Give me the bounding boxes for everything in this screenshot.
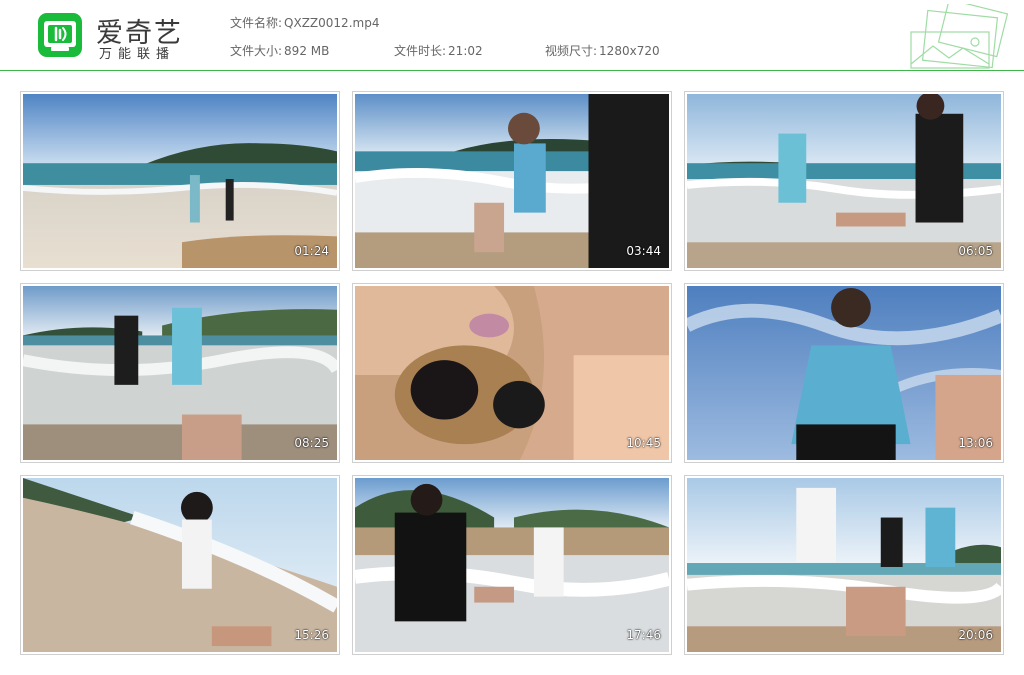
thumbnail[interactable]: 13:06 xyxy=(684,283,1004,463)
timestamp: 15:26 xyxy=(294,628,329,642)
file-name-label: 文件名称: xyxy=(230,16,283,30)
thumbnail[interactable]: 06:05 xyxy=(684,91,1004,271)
file-size-value: 892 MB xyxy=(284,44,330,58)
header: 爱奇艺 万能联播 文件名称: QXZZ0012.mp4 文件大小: 892 MB 文… xyxy=(0,0,1024,71)
thumbnail[interactable]: 08:25 xyxy=(20,283,340,463)
thumbnail[interactable]: 15:26 xyxy=(20,475,340,655)
thumbnail-image: 17:46 xyxy=(355,478,669,652)
thumbnail[interactable]: 03:44 xyxy=(352,91,672,271)
file-size-label: 文件大小: xyxy=(230,44,283,58)
file-resolution-value: 1280x720 xyxy=(599,44,660,58)
file-duration-value: 21:02 xyxy=(448,44,483,58)
photo-stack-decoration-icon xyxy=(905,0,1017,70)
thumbnail-image: 06:05 xyxy=(687,94,1001,268)
file-size-row: 文件大小: 892 MB xyxy=(230,42,329,59)
thumbnail[interactable]: 20:06 xyxy=(684,475,1004,655)
thumbnail-image: 03:44 xyxy=(355,94,669,268)
thumbnail[interactable]: 17:46 xyxy=(352,475,672,655)
timestamp: 10:45 xyxy=(626,436,661,450)
thumbnail-image: 13:06 xyxy=(687,286,1001,460)
thumbnail[interactable]: 01:24 xyxy=(20,91,340,271)
thumbnail[interactable]: 10:45 xyxy=(352,283,672,463)
file-name-value: QXZZ0012.mp4 xyxy=(284,16,380,30)
thumbnail-image: 10:45 xyxy=(355,286,669,460)
brand-slogan: 万能联播 xyxy=(99,47,176,62)
timestamp: 20:06 xyxy=(958,628,993,642)
thumbnail-image: 15:26 xyxy=(23,478,337,652)
timestamp: 01:24 xyxy=(294,244,329,258)
iqiyi-logo-icon xyxy=(37,12,83,58)
file-name-row: 文件名称: QXZZ0012.mp4 xyxy=(230,14,379,31)
timestamp: 08:25 xyxy=(294,436,329,450)
file-resolution-label: 视频尺寸: xyxy=(545,44,598,58)
timestamp: 03:44 xyxy=(626,244,661,258)
thumbnail-image: 08:25 xyxy=(23,286,337,460)
timestamp: 17:46 xyxy=(626,628,661,642)
thumbnail-image: 01:24 xyxy=(23,94,337,268)
file-duration-row: 文件时长: 21:02 xyxy=(394,42,483,59)
timestamp: 06:05 xyxy=(958,244,993,258)
timestamp: 13:06 xyxy=(958,436,993,450)
thumbnail-image: 20:06 xyxy=(687,478,1001,652)
file-resolution-row: 视频尺寸: 1280x720 xyxy=(545,42,660,59)
file-duration-label: 文件时长: xyxy=(394,44,447,58)
